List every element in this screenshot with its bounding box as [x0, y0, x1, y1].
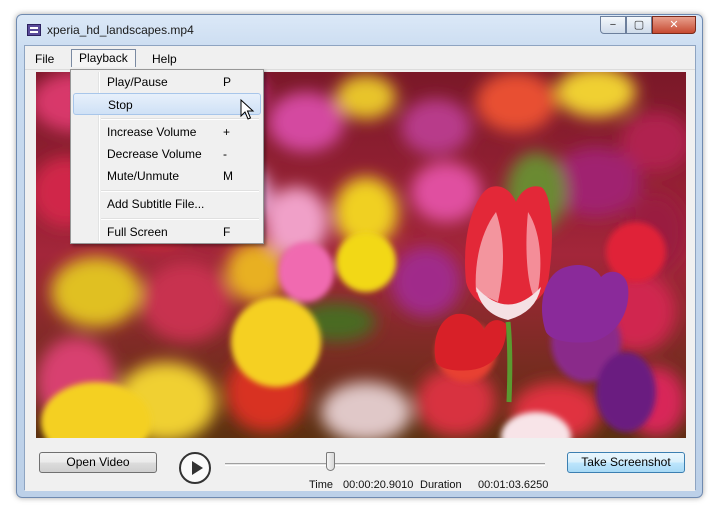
close-button[interactable]: ✕: [652, 16, 696, 34]
menu-separator: [101, 118, 259, 120]
take-screenshot-button[interactable]: Take Screenshot: [567, 452, 685, 473]
window-title: xperia_hd_landscapes.mp4: [47, 23, 194, 37]
menu-help[interactable]: Help: [144, 50, 185, 68]
caption-buttons: − ▢ ✕: [600, 16, 696, 34]
menu-bar: File Playback Help: [25, 46, 695, 70]
menu-item-label: Play/Pause: [107, 75, 168, 89]
menu-item-label: Decrease Volume: [107, 147, 202, 161]
mouse-pointer-icon: [240, 99, 255, 120]
playback-controls: Open Video Time 00:00:20.9010 Duration 0…: [25, 441, 695, 491]
time-label: Time: [309, 479, 334, 491]
maximize-button[interactable]: ▢: [626, 16, 652, 34]
seek-track[interactable]: [225, 463, 545, 466]
menu-item-label: Increase Volume: [107, 125, 197, 139]
menu-item-full-screen[interactable]: Full Screen F: [73, 221, 261, 243]
menu-playback[interactable]: Playback: [71, 49, 136, 67]
menu-item-increase-volume[interactable]: Increase Volume +: [73, 121, 261, 143]
menu-item-label: Full Screen: [107, 225, 168, 239]
menu-file[interactable]: File: [27, 50, 62, 68]
menu-item-decrease-volume[interactable]: Decrease Volume -: [73, 143, 261, 165]
menu-separator: [101, 190, 259, 192]
time-value: 00:00:20.9010: [343, 479, 414, 491]
menu-item-label: Add Subtitle File...: [107, 197, 205, 211]
menu-item-mute-unmute[interactable]: Mute/Unmute M: [73, 165, 261, 187]
open-video-button[interactable]: Open Video: [39, 452, 157, 473]
menu-item-shortcut: +: [223, 125, 231, 139]
menu-item-add-subtitle[interactable]: Add Subtitle File...: [73, 193, 261, 215]
playback-menu: Play/Pause P Stop Increase Volume + Decr…: [70, 69, 264, 244]
menu-item-label: Mute/Unmute: [107, 169, 180, 183]
menu-item-label: Stop: [108, 98, 133, 112]
menu-item-shortcut: M: [223, 169, 233, 183]
menu-item-play-pause[interactable]: Play/Pause P: [73, 71, 261, 93]
duration-value: 00:01:03.6250: [478, 479, 549, 491]
minimize-button[interactable]: −: [600, 16, 626, 34]
menu-item-shortcut: P: [223, 75, 232, 89]
film-icon: [27, 24, 41, 36]
title-bar[interactable]: xperia_hd_landscapes.mp4 − ▢ ✕: [17, 15, 702, 45]
duration-label: Duration: [420, 479, 462, 491]
menu-item-shortcut: -: [223, 147, 227, 161]
play-icon[interactable]: [179, 452, 211, 484]
menu-item-stop[interactable]: Stop: [73, 93, 261, 115]
menu-separator: [101, 218, 259, 220]
menu-item-shortcut: F: [223, 225, 231, 239]
seek-slider-thumb[interactable]: [325, 452, 335, 471]
